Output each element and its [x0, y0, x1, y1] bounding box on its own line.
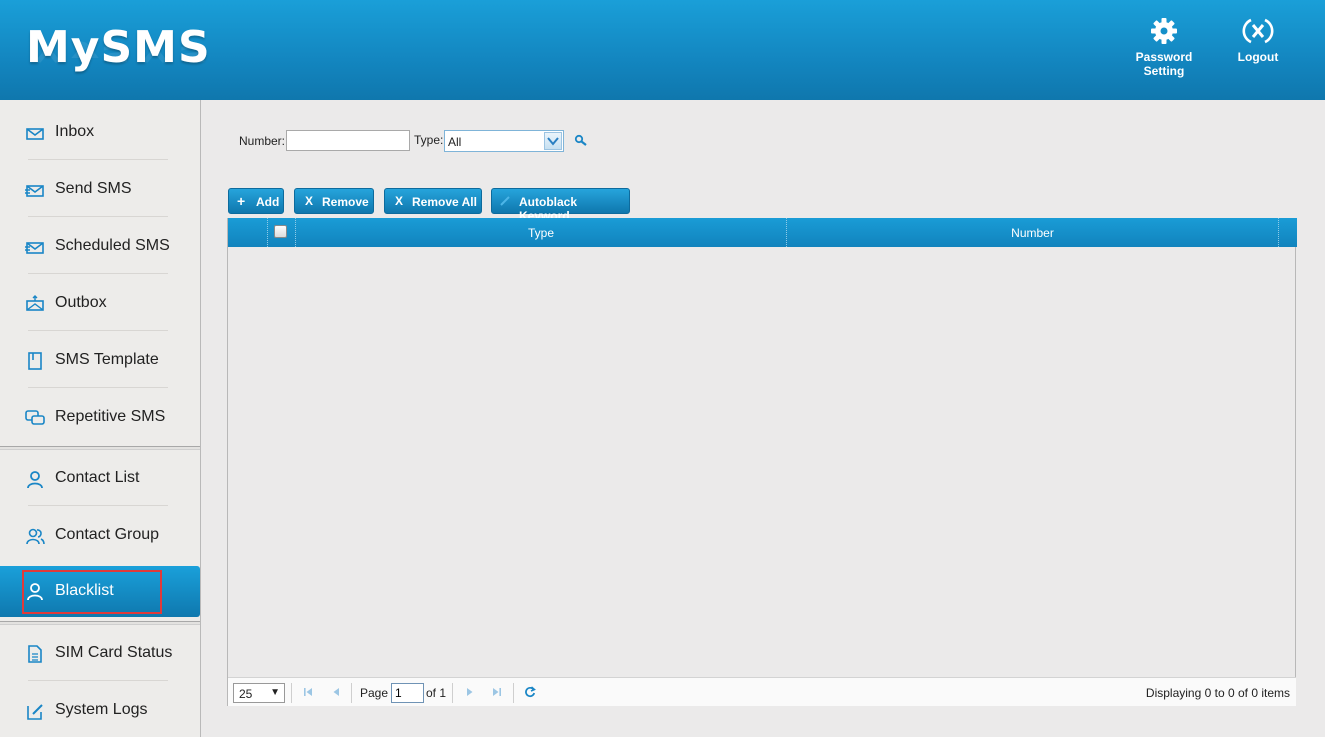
chevron-down-icon[interactable]	[544, 132, 562, 150]
sidebar-item-contact-list[interactable]: Contact List	[0, 449, 200, 506]
sidebar-item-repetitive-sms[interactable]: Repetitive SMS	[0, 388, 200, 445]
blacklist-table: Type Number	[227, 218, 1297, 706]
sidebar-item-inbox[interactable]: Inbox	[0, 103, 200, 160]
sidebar-item-sms-template[interactable]: SMS Template	[0, 331, 200, 388]
template-icon	[28, 352, 42, 370]
autoblack-keyword-button[interactable]: Autoblack Keyword	[491, 188, 630, 223]
x-icon: X	[305, 194, 314, 208]
app-logo-reflection: MySMS	[26, 40, 211, 67]
logout-label: Logout	[1237, 50, 1279, 64]
sidebar-item-label: Inbox	[55, 123, 95, 140]
scheduled-envelope-icon	[25, 242, 44, 254]
column-header-label: Number	[1011, 226, 1054, 240]
sidebar-item-label: Scheduled SMS	[55, 237, 170, 254]
page-size-select[interactable]: 25 ▼	[233, 683, 285, 703]
display-count-text: Displaying 0 to 0 of 0 items	[1145, 686, 1290, 700]
app-header: MySMS MySMS Password Setting Logout	[0, 0, 1325, 100]
pagination-bar: 25 ▼ Page of 1 Displaying 0 to 0 of 0 it…	[228, 677, 1296, 706]
pager-divider	[351, 683, 352, 703]
column-header-label: Type	[527, 226, 554, 240]
next-page-icon[interactable]	[464, 686, 476, 698]
first-page-icon[interactable]	[302, 686, 314, 698]
previous-page-icon[interactable]	[330, 686, 342, 698]
remove-button[interactable]: X Remove	[294, 188, 374, 214]
sidebar-item-label: Contact Group	[55, 526, 160, 543]
close-circle-icon	[1242, 18, 1274, 44]
page-number-input[interactable]	[391, 683, 424, 703]
sidebar-item-label: System Logs	[55, 701, 148, 718]
sidebar-item-label: Repetitive SMS	[55, 408, 166, 425]
selection-highlight	[22, 570, 162, 614]
remove-all-button[interactable]: X Remove All	[384, 188, 482, 214]
chat-icon	[25, 410, 45, 425]
row-number-header	[228, 218, 268, 247]
add-button-label: Add	[256, 195, 280, 209]
edit-icon	[27, 704, 43, 720]
pencil-icon	[500, 196, 510, 206]
column-header-type[interactable]: Type	[296, 218, 787, 247]
table-header: Type Number	[228, 218, 1297, 247]
outbox-envelope-icon	[26, 295, 44, 311]
gear-icon	[1151, 18, 1177, 44]
password-setting-label: Password Setting	[1135, 50, 1193, 78]
sidebar-item-send-sms[interactable]: Send SMS	[0, 160, 200, 217]
x-icon: X	[395, 194, 404, 208]
type-filter-label: Type:	[414, 133, 444, 147]
select-all-header	[268, 218, 296, 247]
document-icon	[28, 645, 42, 663]
sidebar-item-contact-group[interactable]: Contact Group	[0, 506, 200, 563]
page-total-label: of 1	[426, 686, 447, 700]
sidebar-item-label: Outbox	[55, 294, 107, 311]
send-envelope-icon	[25, 185, 44, 197]
pager-divider	[452, 683, 453, 703]
sidebar-item-scheduled-sms[interactable]: Scheduled SMS	[0, 217, 200, 274]
add-button[interactable]: + Add	[228, 188, 284, 214]
dropdown-arrow-icon: ▼	[270, 687, 280, 698]
remove-all-button-label: Remove All	[412, 195, 477, 209]
users-icon	[26, 528, 45, 545]
user-icon	[27, 471, 43, 488]
page-size-value: 25	[239, 687, 253, 701]
last-page-icon[interactable]	[491, 686, 503, 698]
column-header-number[interactable]: Number	[787, 218, 1279, 247]
number-filter-label: Number:	[239, 134, 286, 148]
sidebar-item-outbox[interactable]: Outbox	[0, 274, 200, 331]
envelope-icon	[26, 128, 44, 140]
refresh-icon[interactable]	[524, 686, 536, 698]
password-setting-button[interactable]: Password Setting	[1130, 16, 1198, 78]
search-icon[interactable]	[574, 134, 588, 148]
sidebar-item-label: SIM Card Status	[55, 644, 173, 661]
sidebar-item-label: SMS Template	[55, 351, 159, 368]
sidebar: Inbox Send SMS Scheduled SMS Outbox SMS …	[0, 100, 201, 737]
select-all-checkbox[interactable]	[274, 225, 287, 238]
pager-divider	[291, 683, 292, 703]
page-label: Page	[360, 686, 389, 700]
number-filter-input[interactable]	[286, 130, 410, 151]
pager-divider	[513, 683, 514, 703]
type-filter-select[interactable]: All	[444, 130, 564, 152]
plus-icon: +	[237, 193, 246, 209]
sidebar-item-sim-card-status[interactable]: SIM Card Status	[0, 624, 200, 681]
type-filter-value: All	[448, 135, 462, 149]
sidebar-item-system-logs[interactable]: System Logs	[0, 681, 200, 737]
sidebar-item-blacklist[interactable]: Blacklist	[0, 566, 200, 617]
sidebar-item-label: Send SMS	[55, 180, 132, 197]
logout-button[interactable]: Logout	[1232, 16, 1284, 64]
remove-button-label: Remove	[322, 195, 369, 209]
sidebar-item-label: Contact List	[55, 469, 140, 486]
